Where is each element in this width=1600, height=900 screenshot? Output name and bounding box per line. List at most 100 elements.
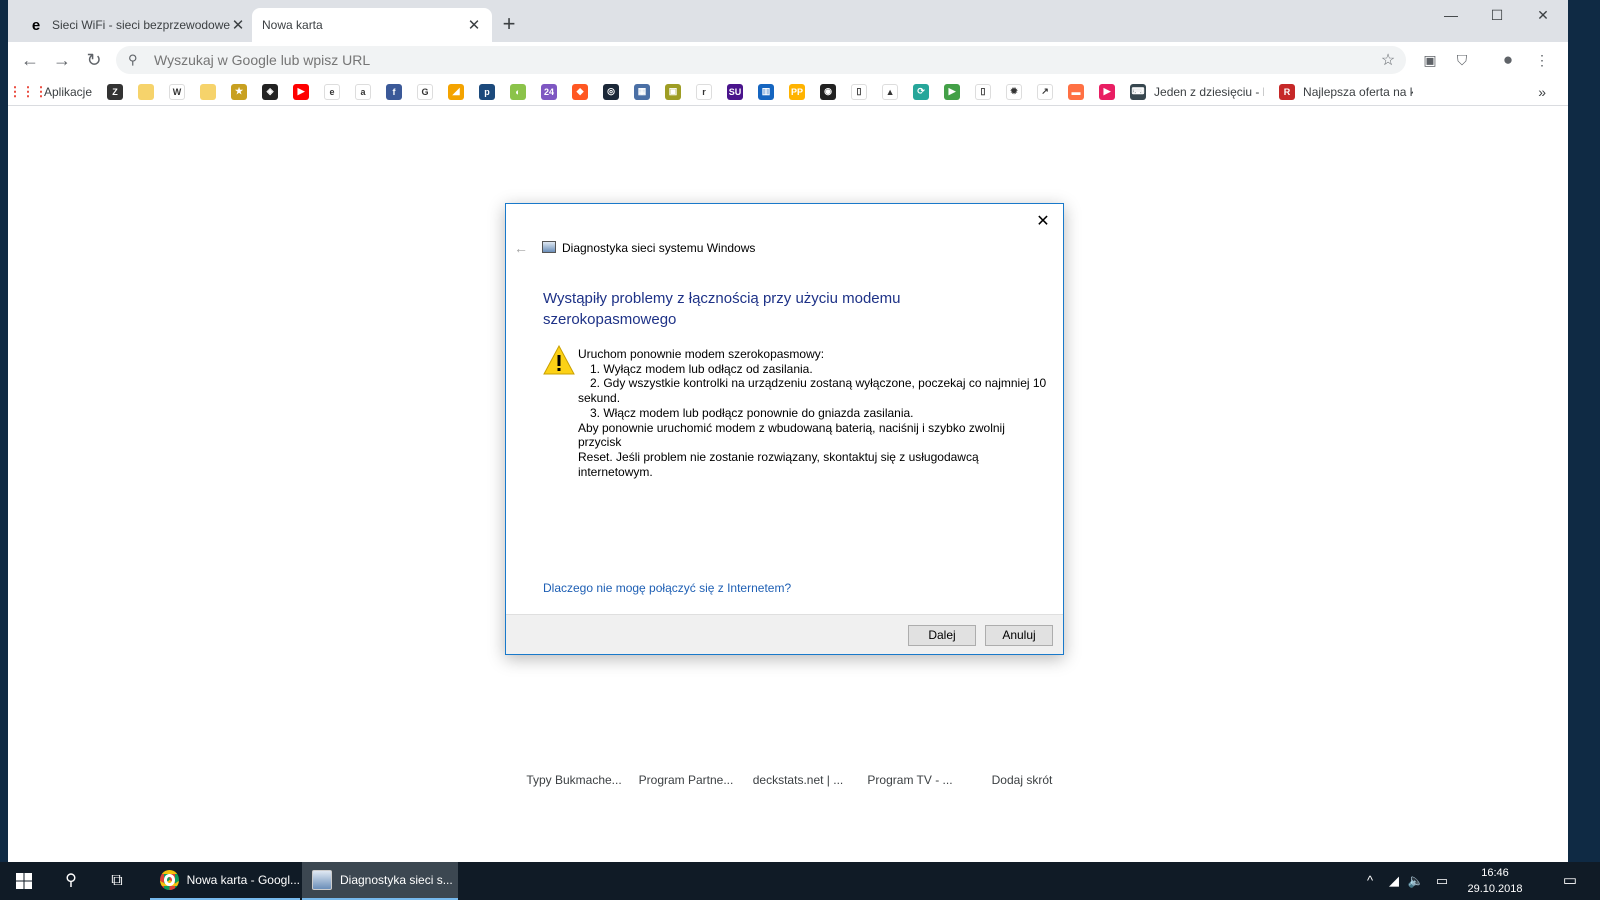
bookmarks-overflow-icon[interactable]: » <box>1538 84 1546 100</box>
help-link[interactable]: Dlaczego nie mogę połączyć się z Interne… <box>543 581 791 595</box>
bookmark-item[interactable]: ✹ <box>1006 83 1023 100</box>
bookmark-item[interactable] <box>138 83 155 100</box>
back-arrow-icon[interactable]: ← <box>18 48 42 72</box>
bookmark-item[interactable]: ◆ <box>572 83 589 100</box>
bookmark-item[interactable]: ◎ <box>603 83 620 100</box>
star-icon[interactable]: ☆ <box>1376 50 1400 70</box>
bookmark-item[interactable]: PP <box>789 83 806 100</box>
dialog-close-button[interactable]: ✕ <box>1031 210 1055 234</box>
body-line: Reset. Jeśli problem nie zostanie rozwią… <box>578 449 979 479</box>
tab-title: Sieci WiFi - sieci bezprzewodowe <box>52 18 230 32</box>
facebook-icon: f <box>386 83 403 100</box>
window-close-button[interactable]: ✕ <box>1520 0 1566 30</box>
bookmark-item[interactable]: W <box>169 83 186 100</box>
shield-icon[interactable]: ⛉ <box>1452 50 1472 70</box>
tile-link[interactable]: Program TV - ... <box>854 773 966 787</box>
bookmark-item[interactable]: ▲ <box>882 83 899 100</box>
maximize-button[interactable]: ☐ <box>1474 0 1520 30</box>
ie-e-icon: e <box>31 16 41 34</box>
tile-link[interactable]: deckstats.net | ... <box>742 773 854 787</box>
keyboard-icon: ⌨ <box>1130 83 1147 100</box>
volume-icon[interactable]: 🔈 <box>1406 862 1426 900</box>
next-button[interactable]: Dalej <box>908 625 976 646</box>
taskbar-app-chrome[interactable]: Nowa karta - Googl... <box>150 862 300 900</box>
apps-grid-icon: ⋮⋮⋮ <box>8 83 48 99</box>
bookmarks-bar: ⋮⋮⋮ Aplikacje Z W ★ ◈ ▶ e a f G ◢ p ◐ 24 ◆ ◎ ▦ ▣ r SU ▥ PP ◉ ▯… <box>8 78 1568 106</box>
search-icon[interactable]: ⚲ <box>48 862 94 900</box>
dialog-heading: Wystąpiły problemy z łącznością przy uży… <box>543 290 901 328</box>
back-arrow-icon[interactable]: ← <box>514 240 528 256</box>
notification-icon[interactable]: ▭ <box>1550 862 1590 900</box>
forward-arrow-icon[interactable]: → <box>50 48 74 72</box>
extension-icon[interactable]: ▣ <box>1420 50 1440 70</box>
bookmark-icon: 24 <box>541 83 558 100</box>
tile-link[interactable]: Typy Bukmache... <box>518 773 630 787</box>
bookmark-item[interactable]: e <box>324 83 341 100</box>
bookmark-item[interactable] <box>200 83 217 100</box>
menu-icon[interactable]: ⋮ <box>1532 50 1552 70</box>
amazon-icon: a <box>355 83 372 100</box>
bookmark-item[interactable]: ⟳ <box>913 83 930 100</box>
add-shortcut-tile[interactable]: Dodaj skrót <box>966 773 1078 787</box>
bookmark-item[interactable]: ★ <box>231 83 248 100</box>
ie-icon: e <box>324 83 341 100</box>
bookmark-item[interactable]: ◐ <box>510 83 527 100</box>
bookmark-item[interactable]: f <box>386 83 403 100</box>
bookmark-item[interactable]: ▯ <box>851 83 868 100</box>
minimize-button[interactable]: — <box>1428 0 1474 30</box>
reload-icon[interactable]: ↻ <box>82 48 106 72</box>
taskbar: ⚲ ⧉ Nowa karta - Googl... Diagnostyka si… <box>0 862 1600 900</box>
omnibox-input[interactable] <box>154 52 1376 68</box>
tab-sieci-wifi[interactable]: e Sieci WiFi - sieci bezprzewodowe ✕ <box>18 8 256 42</box>
bookmark-item[interactable]: ▥ <box>758 83 775 100</box>
bookmark-item[interactable]: ↗ <box>1037 83 1054 100</box>
bookmark-item[interactable]: a <box>355 83 372 100</box>
bookmark-item[interactable]: ▶ <box>944 83 961 100</box>
bookmark-item[interactable]: ▶ <box>1099 83 1116 100</box>
bookmark-icon: ⟳ <box>913 83 930 100</box>
bookmark-item[interactable]: ◉ <box>820 83 837 100</box>
windows-start-icon[interactable] <box>0 862 48 900</box>
bookmark-icon: ▶ <box>1099 83 1116 100</box>
tab-close-icon[interactable]: ✕ <box>230 16 246 34</box>
new-tab-button[interactable]: + <box>496 12 522 38</box>
tile-link[interactable]: Program Partne... <box>630 773 742 787</box>
bookmark-label: Jeden z dziesięciu - N <box>1154 84 1265 99</box>
tray-chevron-icon[interactable]: ^ <box>1360 862 1380 900</box>
folder-icon <box>200 83 217 100</box>
bookmark-item[interactable]: ▯ <box>975 83 992 100</box>
youtube-icon: ▶ <box>293 83 310 100</box>
taskbar-app-diagnostics[interactable]: Diagnostyka sieci s... <box>302 862 458 900</box>
clock[interactable]: 16:46 29.10.2018 <box>1462 865 1528 897</box>
tab-close-icon[interactable]: ✕ <box>466 16 482 34</box>
bookmark-item[interactable]: ◈ <box>262 83 279 100</box>
cancel-button[interactable]: Anuluj <box>985 625 1053 646</box>
network-diagnostics-icon <box>542 241 556 253</box>
tab-title: Nowa karta <box>262 18 323 32</box>
bookmark-item[interactable]: ⌨ Jeden z dziesięciu - N <box>1130 83 1265 100</box>
bookmark-item[interactable]: ▦ <box>634 83 651 100</box>
bookmark-item[interactable]: ◢ <box>448 83 465 100</box>
task-view-icon[interactable]: ⧉ <box>94 862 140 900</box>
bookmark-item[interactable]: Z <box>107 83 124 100</box>
page-icon: ▯ <box>851 83 868 100</box>
bookmark-item[interactable]: ▣ <box>665 83 682 100</box>
bookmark-item[interactable]: r <box>696 83 713 100</box>
chart-icon: ↗ <box>1037 83 1054 100</box>
tab-nowa-karta[interactable]: Nowa karta ✕ <box>252 8 492 42</box>
profile-icon[interactable]: ● <box>1498 50 1518 70</box>
bookmark-item[interactable]: SU <box>727 83 744 100</box>
windows-logo-icon <box>16 873 32 889</box>
dialog-body: Uruchom ponownie modem szerokopasmowy: 1… <box>578 347 1048 479</box>
bookmark-item[interactable]: ▶ <box>293 83 310 100</box>
wifi-icon[interactable]: ◢ <box>1384 862 1404 900</box>
bookmark-item[interactable]: R Najlepsza oferta na k <box>1279 83 1413 100</box>
bookmark-item[interactable]: 24 <box>541 83 558 100</box>
bookmark-item[interactable]: ▬ <box>1068 83 1085 100</box>
bookmark-item[interactable]: p <box>479 83 496 100</box>
bookmark-apps[interactable]: ⋮⋮⋮ Aplikacje <box>8 83 93 100</box>
omnibox[interactable]: ⚲ ☆ <box>116 46 1406 74</box>
bookmark-item[interactable]: G <box>417 83 434 100</box>
clock-date: 29.10.2018 <box>1467 883 1523 895</box>
battery-icon[interactable]: ▭ <box>1430 862 1454 900</box>
